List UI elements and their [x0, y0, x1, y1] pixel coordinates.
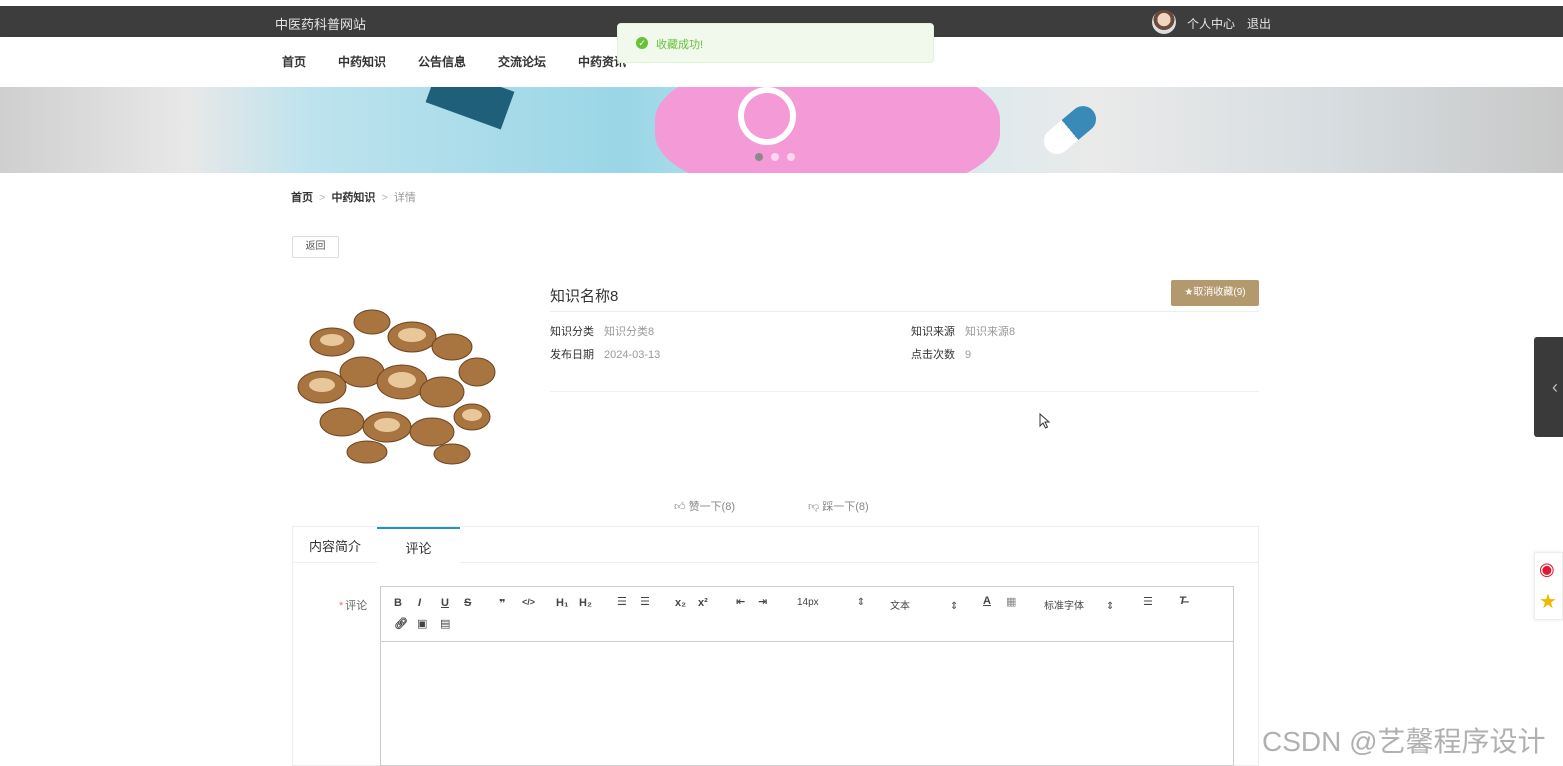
source-label: 知识来源 — [911, 326, 955, 338]
stethoscope-decoration — [738, 87, 796, 145]
carousel-dot[interactable] — [787, 153, 795, 161]
breadcrumb-home[interactable]: 首页 — [291, 192, 313, 204]
banner-carousel[interactable] — [0, 87, 1563, 173]
dislike-button[interactable]: 👎︎ 踩一下(8) — [808, 498, 869, 514]
like-label: 赞一下(8) — [688, 501, 736, 513]
carousel-dot[interactable] — [755, 153, 763, 161]
nav-item-announcements[interactable]: 公告信息 — [418, 53, 466, 70]
nav-item-knowledge[interactable]: 中药知识 — [338, 53, 386, 70]
italic-button[interactable]: I — [418, 597, 421, 609]
breadcrumb-separator: > — [381, 192, 388, 204]
star-favorite-icon[interactable]: ★ — [1539, 589, 1557, 614]
superscript-button[interactable]: x² — [698, 597, 708, 609]
dislike-label: 踩一下(8) — [822, 501, 869, 513]
indent-icon[interactable]: ⇥ — [758, 595, 767, 608]
clicks-value: 9 — [965, 349, 972, 361]
heading2-button[interactable]: H₂ — [579, 597, 592, 609]
bullet-list-icon[interactable]: ☰ — [640, 595, 650, 608]
strike-button[interactable]: S — [464, 597, 471, 609]
clicks-label: 点击次数 — [911, 349, 955, 361]
capsule-decoration — [1038, 100, 1102, 160]
video-icon[interactable]: ▤ — [440, 617, 450, 630]
category-label: 知识分类 — [550, 326, 594, 338]
meta-date: 发布日期 2024-03-13 — [550, 346, 660, 362]
source-value: 知识来源8 — [965, 326, 1016, 338]
code-block-button[interactable]: </> — [522, 597, 535, 607]
required-mark: * — [339, 600, 344, 612]
bold-button[interactable]: B — [394, 597, 402, 609]
tab-intro[interactable]: 内容简介 — [293, 527, 377, 563]
select-arrows-icon: ⇕ — [1106, 601, 1115, 612]
divider — [550, 311, 1259, 312]
subscript-button[interactable]: x₂ — [675, 597, 686, 609]
mouse-cursor-icon — [1039, 413, 1051, 429]
link-icon[interactable]: 🔗︎ — [394, 617, 408, 630]
font-family-select[interactable]: 标准字体 ⇕ — [1044, 597, 1114, 612]
avatar[interactable] — [1152, 10, 1176, 34]
font-color-icon[interactable]: A — [983, 595, 991, 607]
breadcrumb-separator: > — [319, 192, 326, 204]
tab-comments[interactable]: 评论 — [377, 527, 460, 563]
select-arrows-icon: ⇕ — [856, 597, 866, 608]
meta-clicks: 点击次数 9 — [911, 346, 971, 362]
banner-decoration — [655, 87, 1000, 173]
breadcrumb-current: 详情 — [393, 192, 416, 204]
toast-message: 收藏成功! — [656, 39, 704, 51]
item-title: 知识名称8 — [550, 288, 619, 305]
watermark: CSDN @艺馨程序设计 — [1262, 726, 1546, 757]
comment-label-text: 评论 — [345, 600, 368, 612]
ordered-list-icon[interactable]: ☰ — [617, 595, 627, 608]
meta-category: 知识分类 知识分类8 — [550, 323, 654, 339]
thumbs-down-icon: 👎︎ — [808, 501, 820, 513]
font-size-value: 14px — [797, 597, 819, 608]
chevron-left-icon: ‹ — [1552, 377, 1558, 397]
success-toast: ✓ 收藏成功! — [617, 23, 934, 63]
user-center-link[interactable]: 个人中心 — [1187, 15, 1235, 32]
nav-item-forum[interactable]: 交流论坛 — [498, 53, 546, 70]
text-style-value: 文本 — [890, 601, 910, 612]
breadcrumb: 首页 > 中药知识 > 详情 — [291, 189, 416, 205]
detail-tabs: 内容简介 评论 * 评论 B I U S ❞ </> H₁ H₂ ☰ ☰ x₂ x… — [292, 526, 1259, 766]
background-color-icon[interactable]: ▦ — [1006, 595, 1016, 608]
text-style-select[interactable]: 文本 ⇕ — [890, 597, 958, 612]
blockquote-button[interactable]: ❞ — [499, 597, 505, 610]
breadcrumb-section[interactable]: 中药知识 — [331, 192, 375, 204]
date-value: 2024-03-13 — [604, 349, 661, 361]
clear-format-icon[interactable]: T̶ — [1179, 595, 1186, 607]
font-family-value: 标准字体 — [1044, 601, 1084, 612]
check-circle-icon: ✓ — [636, 37, 648, 49]
nav-item-home[interactable]: 首页 — [282, 53, 306, 70]
tab-bar: 内容简介 评论 — [293, 527, 1258, 563]
side-collapse-panel[interactable]: ‹ — [1534, 337, 1563, 437]
heading1-button[interactable]: H₁ — [556, 597, 569, 609]
font-size-select[interactable]: 14px ⇕ — [797, 597, 865, 608]
divider — [550, 391, 1259, 392]
carousel-dot[interactable] — [771, 153, 779, 161]
select-arrows-icon: ⇕ — [950, 601, 959, 612]
like-button[interactable]: 👍︎ 赞一下(8) — [674, 498, 735, 514]
meta-source: 知识来源 知识来源8 — [911, 323, 1015, 339]
unfavorite-button[interactable]: ★取消收藏(9) — [1171, 280, 1259, 306]
thumbs-up-icon: 👍︎ — [674, 501, 686, 513]
underline-button[interactable]: U — [441, 597, 449, 609]
editor-toolbar: B I U S ❞ </> H₁ H₂ ☰ ☰ x₂ x² ⇤ ⇥ 14px ⇕ … — [381, 587, 1233, 642]
site-title[interactable]: 中医药科普网站 — [275, 14, 366, 33]
back-button[interactable]: 返回 — [292, 236, 339, 258]
share-panel: ◉ ★ — [1534, 552, 1563, 620]
rich-text-editor[interactable]: B I U S ❞ </> H₁ H₂ ☰ ☰ x₂ x² ⇤ ⇥ 14px ⇕ … — [380, 586, 1234, 766]
align-icon[interactable]: ☰ — [1143, 595, 1153, 608]
logout-link[interactable]: 退出 — [1247, 15, 1271, 32]
date-label: 发布日期 — [550, 349, 594, 361]
banner-decoration — [425, 87, 515, 130]
comment-label: * 评论 — [339, 597, 367, 613]
weibo-icon[interactable]: ◉ — [1539, 559, 1555, 580]
outdent-icon[interactable]: ⇤ — [736, 595, 745, 608]
image-icon[interactable]: ▣ — [417, 617, 427, 630]
category-value: 知识分类8 — [604, 326, 655, 338]
product-image — [297, 309, 496, 465]
